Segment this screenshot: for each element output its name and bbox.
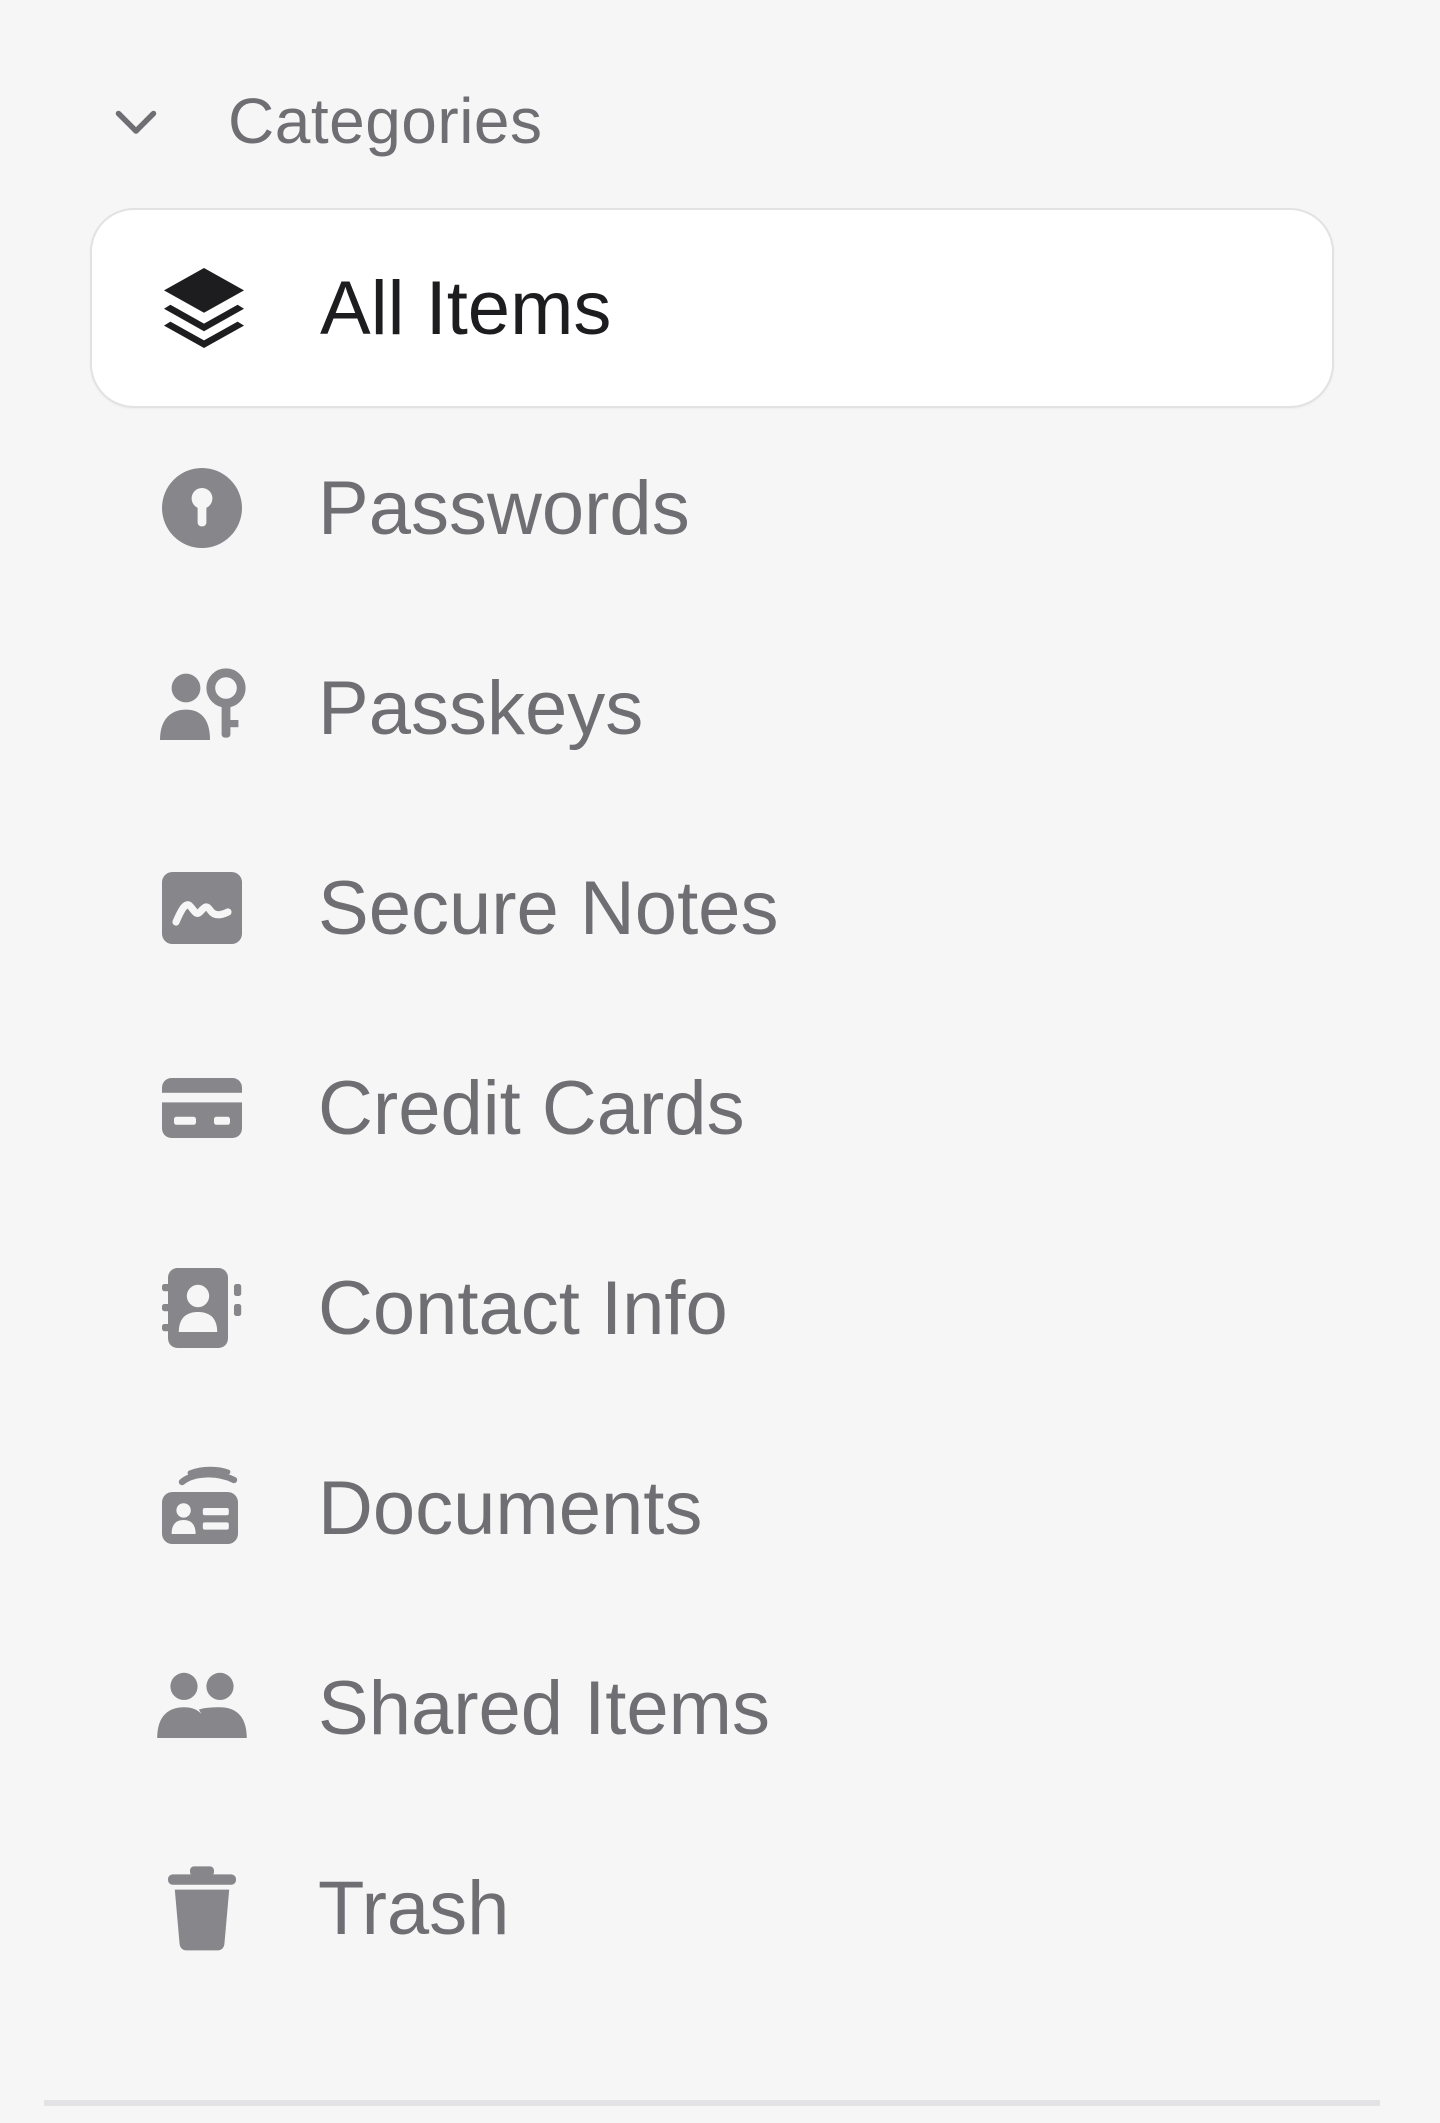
category-item-passwords[interactable]: Passwords xyxy=(90,408,1334,608)
category-label: Contact Info xyxy=(318,1265,728,1351)
category-label: Passkeys xyxy=(318,665,644,751)
category-label: Shared Items xyxy=(318,1665,770,1751)
category-item-contact-info[interactable]: Contact Info xyxy=(90,1208,1334,1408)
category-item-shared-items[interactable]: Shared Items xyxy=(90,1608,1334,1808)
category-item-passkeys[interactable]: Passkeys xyxy=(90,608,1334,808)
category-label: Passwords xyxy=(318,465,690,551)
category-item-documents[interactable]: Documents xyxy=(90,1408,1334,1608)
people-icon xyxy=(154,1660,250,1756)
category-item-trash[interactable]: Trash xyxy=(90,1808,1334,2008)
chevron-down-icon[interactable] xyxy=(104,89,168,153)
category-item-secure-notes[interactable]: Secure Notes xyxy=(90,808,1334,1008)
document-id-icon xyxy=(154,1460,250,1556)
category-label: Credit Cards xyxy=(318,1065,745,1151)
category-item-credit-cards[interactable]: Credit Cards xyxy=(90,1008,1334,1208)
key-icon xyxy=(154,460,250,556)
sidebar: Categories All Items Passwords Passkeys … xyxy=(0,0,1440,2123)
layers-icon xyxy=(156,260,252,356)
section-divider xyxy=(44,2100,1380,2106)
section-title: Categories xyxy=(228,85,543,157)
credit-card-icon xyxy=(154,1060,250,1156)
category-list: All Items Passwords Passkeys Secure Note… xyxy=(90,208,1334,2008)
category-label: All Items xyxy=(320,265,612,351)
contact-book-icon xyxy=(154,1260,250,1356)
passkey-icon xyxy=(154,660,250,756)
note-icon xyxy=(154,860,250,956)
category-label: Trash xyxy=(318,1865,510,1951)
categories-section-header[interactable]: Categories xyxy=(104,76,543,166)
trash-icon xyxy=(154,1860,250,1956)
category-label: Documents xyxy=(318,1465,703,1551)
category-item-all-items[interactable]: All Items xyxy=(90,208,1334,408)
category-label: Secure Notes xyxy=(318,865,779,951)
